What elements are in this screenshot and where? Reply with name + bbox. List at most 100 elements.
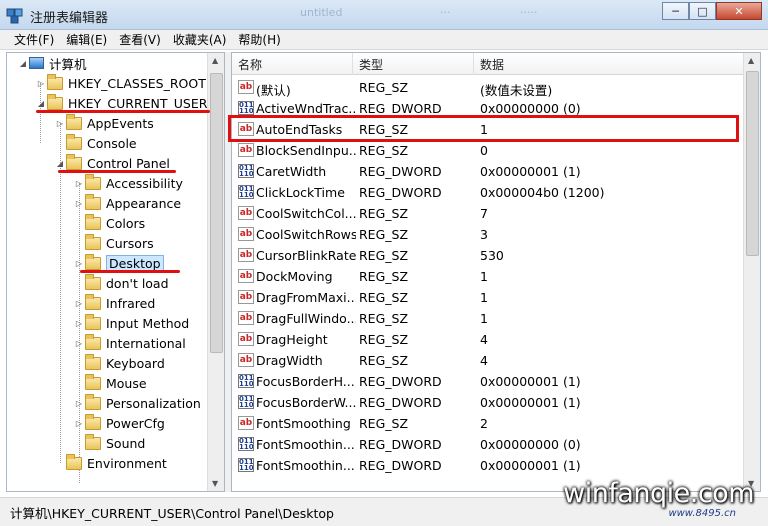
column-separator[interactable] [473, 53, 474, 75]
expand-icon[interactable]: ▷ [54, 119, 66, 128]
string-value-icon: ab [238, 353, 254, 367]
tree-item-accessibility[interactable]: ▷ Accessibility [73, 173, 183, 193]
tree-item-label: Console [87, 135, 137, 151]
expand-icon[interactable]: ▷ [73, 179, 85, 188]
folder-icon [85, 273, 101, 290]
menu-favorites[interactable]: 收藏夹(A) [167, 31, 233, 48]
value-data: 1 [480, 311, 488, 326]
tree-item-appearance[interactable]: ▷ Appearance [73, 193, 181, 213]
list-row[interactable]: 011 110 CaretWidth REG_DWORD 0x00000001 (1) [232, 161, 745, 182]
value-type: REG_DWORD [359, 101, 442, 116]
menu-view[interactable]: 查看(V) [113, 31, 167, 48]
minimize-button[interactable]: ─ [662, 2, 689, 20]
menu-help[interactable]: 帮助(H) [232, 31, 286, 48]
close-button[interactable]: ✕ [716, 2, 762, 20]
expand-icon[interactable]: ▷ [73, 299, 85, 308]
list-row[interactable]: 011 110 ClickLockTime REG_DWORD 0x000004b0 … [232, 182, 745, 203]
value-data: 0x00000001 (1) [480, 458, 581, 473]
folder-icon [85, 213, 101, 230]
value-data: 4 [480, 332, 488, 347]
menu-file[interactable]: 文件(F) [8, 31, 60, 48]
tree-item-appevents[interactable]: ▷ AppEvents [54, 113, 154, 133]
scrollbar-thumb[interactable] [746, 71, 759, 256]
expand-icon[interactable]: ▷ [73, 199, 85, 208]
tree-item-input-method[interactable]: ▷ Input Method [73, 313, 189, 333]
list-row[interactable]: ab (默认) REG_SZ (数值未设置) [232, 77, 745, 98]
folder-icon [66, 133, 82, 150]
expand-icon[interactable]: ▷ [73, 419, 85, 428]
column-header-name[interactable]: 名称 [238, 56, 262, 73]
binary-value-icon: 011 110 [238, 164, 254, 178]
list-row[interactable]: 011 110 FontSmoothin... REG_DWORD 0x0000000… [232, 434, 745, 455]
list-row[interactable]: ab CursorBlinkRate REG_SZ 530 [232, 245, 745, 266]
string-value-icon: ab [238, 248, 254, 262]
list-row[interactable]: ab CoolSwitchRows REG_SZ 3 [232, 224, 745, 245]
column-header-data[interactable]: 数据 [480, 56, 504, 73]
binary-value-icon: 011 110 [238, 101, 254, 115]
tree-item-console[interactable]: Console [54, 133, 137, 153]
scroll-up-arrow-icon[interactable]: ▲ [212, 56, 218, 65]
list-row[interactable]: ab BlockSendInpu... REG_SZ 0 [232, 140, 745, 161]
scroll-down-arrow-icon[interactable]: ▼ [212, 479, 218, 488]
tree-item-colors[interactable]: Colors [73, 213, 145, 233]
list-scrollbar[interactable]: ▲ ▼ [743, 53, 760, 491]
list-row[interactable]: ab FontSmoothing REG_SZ 2 [232, 413, 745, 434]
folder-icon [85, 353, 101, 370]
collapse-icon[interactable]: ◢ [17, 59, 29, 68]
watermark-url: www.8495.cn [668, 508, 736, 519]
string-value-icon: ab [238, 80, 254, 94]
list-row[interactable]: ab DragFromMaxi... REG_SZ 1 [232, 287, 745, 308]
tree-item-cursors[interactable]: Cursors [73, 233, 154, 253]
maximize-button[interactable]: □ [689, 2, 716, 20]
scroll-up-arrow-icon[interactable]: ▲ [748, 56, 754, 65]
list-row[interactable]: ab DragFullWindo... REG_SZ 1 [232, 308, 745, 329]
value-name: FontSmoothin... [256, 458, 355, 473]
collapse-icon[interactable]: ◢ [35, 99, 47, 108]
list-row[interactable]: ab DragHeight REG_SZ 4 [232, 329, 745, 350]
collapse-icon[interactable]: ◢ [54, 159, 66, 168]
list-row[interactable]: ab DragWidth REG_SZ 4 [232, 350, 745, 371]
tree-item-keyboard[interactable]: Keyboard [73, 353, 165, 373]
tree-item-powercfg[interactable]: ▷ PowerCfg [73, 413, 165, 433]
list-row[interactable]: ab CoolSwitchCol... REG_SZ 7 [232, 203, 745, 224]
tree-item-sound[interactable]: Sound [73, 433, 145, 453]
value-name: FocusBorderW... [256, 395, 356, 410]
folder-icon [66, 453, 82, 470]
expand-icon[interactable]: ▷ [73, 259, 85, 268]
folder-icon [85, 333, 101, 350]
list-row[interactable]: 011 110 FocusBorderH... REG_DWORD 0x0000000… [232, 371, 745, 392]
folder-icon [47, 73, 63, 90]
tree-item-dont-load[interactable]: don't load [73, 273, 169, 293]
tree-item-international[interactable]: ▷ International [73, 333, 186, 353]
tree-item-environment[interactable]: Environment [54, 453, 167, 473]
value-type: REG_SZ [359, 332, 409, 347]
column-separator[interactable] [352, 53, 353, 75]
status-path: 计算机\HKEY_CURRENT_USER\Control Panel\Desk… [10, 506, 334, 521]
tree-item-computer[interactable]: ◢ 计算机 [17, 53, 87, 73]
list-header: 名称 类型 数据 [232, 53, 745, 75]
scrollbar-thumb[interactable] [210, 73, 223, 353]
value-name: DockMoving [256, 269, 333, 284]
column-header-type[interactable]: 类型 [359, 56, 383, 73]
expand-icon[interactable]: ▷ [35, 79, 47, 88]
tree-item-infrared[interactable]: ▷ Infrared [73, 293, 155, 313]
folder-icon [85, 413, 101, 430]
list-row[interactable]: ab DockMoving REG_SZ 1 [232, 266, 745, 287]
string-value-icon: ab [238, 227, 254, 241]
tree-item-personalization[interactable]: ▷ Personalization [73, 393, 201, 413]
tree-item-label: HKEY_CLASSES_ROOT [68, 75, 206, 91]
list-row[interactable]: 011 110 FontSmoothin... REG_DWORD 0x0000000… [232, 455, 745, 476]
expand-icon[interactable]: ▷ [73, 339, 85, 348]
value-name: ClickLockTime [256, 185, 345, 200]
tree-item-mouse[interactable]: Mouse [73, 373, 147, 393]
tree-scrollbar[interactable]: ▲ ▼ [207, 53, 224, 491]
value-data: 1 [480, 269, 488, 284]
expand-icon[interactable]: ▷ [73, 319, 85, 328]
value-name: CoolSwitchRows [256, 227, 356, 242]
menu-edit[interactable]: 编辑(E) [60, 31, 113, 48]
tree-item-hkcr[interactable]: ▷ HKEY_CLASSES_ROOT [35, 73, 206, 93]
list-row[interactable]: 011 110 FocusBorderW... REG_DWORD 0x0000000… [232, 392, 745, 413]
expand-icon[interactable]: ▷ [73, 399, 85, 408]
computer-icon [29, 57, 44, 69]
tree-item-label: PowerCfg [106, 415, 165, 431]
